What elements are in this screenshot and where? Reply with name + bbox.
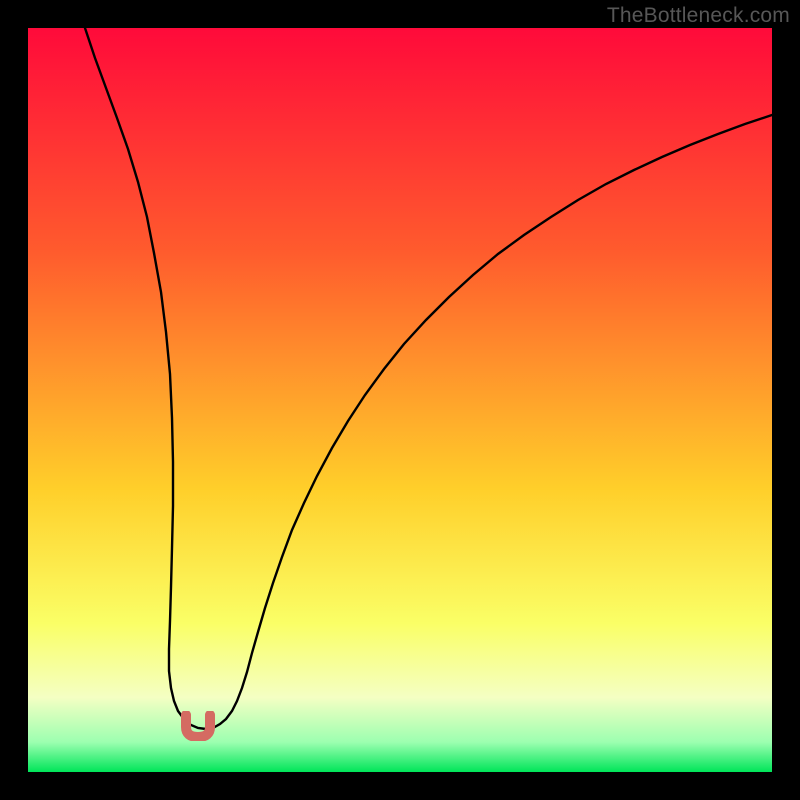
watermark-text: TheBottleneck.com: [607, 4, 790, 28]
plot-area: [28, 28, 772, 772]
chart-frame: TheBottleneck.com: [0, 0, 800, 800]
bottleneck-curve: [28, 28, 772, 772]
